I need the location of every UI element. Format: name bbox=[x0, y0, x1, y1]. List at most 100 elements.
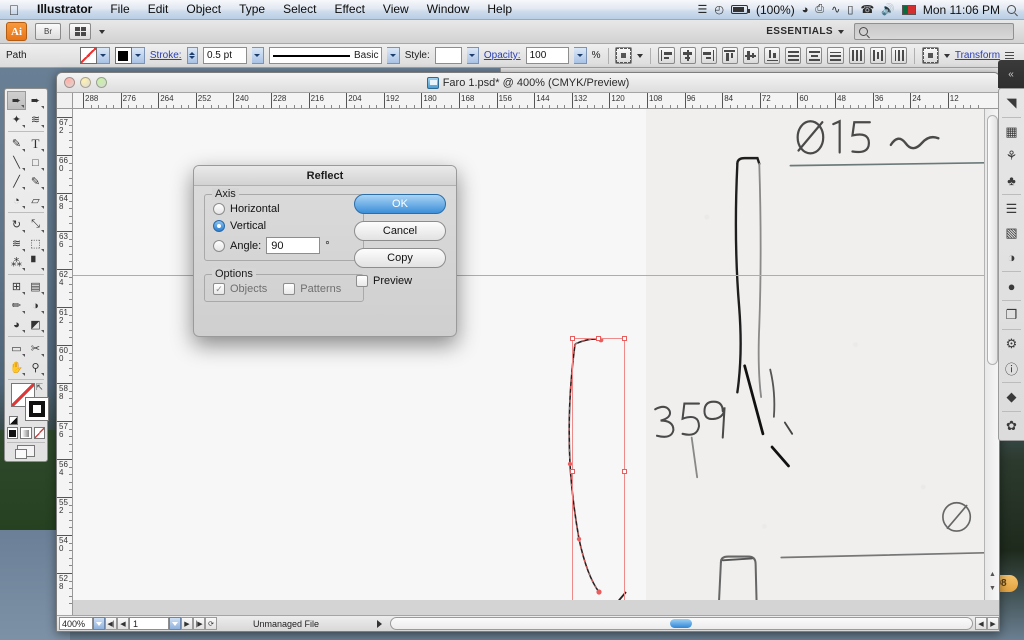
search-input[interactable] bbox=[854, 23, 1014, 40]
blob-brush-tool[interactable]: ◔ bbox=[7, 191, 26, 210]
zoom-level-input[interactable]: 400% bbox=[59, 617, 93, 630]
menu-file[interactable]: File bbox=[101, 0, 138, 19]
swatches-panel-icon[interactable]: ▦ bbox=[999, 120, 1024, 144]
stroke-weight-label[interactable]: Stroke: bbox=[150, 50, 182, 61]
align-bottom-button[interactable] bbox=[764, 47, 781, 64]
menu-view[interactable]: View bbox=[374, 0, 418, 19]
opacity-input[interactable]: 100 bbox=[525, 47, 570, 64]
chevron-down-icon[interactable] bbox=[99, 29, 105, 34]
horizontal-scroll-thumb[interactable] bbox=[669, 619, 692, 628]
eyedropper-tool[interactable]: ✏ bbox=[7, 296, 26, 315]
distribute-top-button[interactable] bbox=[785, 47, 802, 64]
distribute-center-vertical-button[interactable] bbox=[806, 47, 823, 64]
artboard-dropdown-button[interactable] bbox=[169, 617, 181, 630]
vertical-scrollbar[interactable]: ▲ ▼ bbox=[984, 109, 999, 600]
live-paint-bucket-tool[interactable]: ◕ bbox=[7, 315, 26, 334]
ok-button[interactable]: OK bbox=[354, 194, 446, 214]
graphic-style-swatch[interactable] bbox=[434, 47, 462, 64]
info-panel-icon[interactable]: ⓘ bbox=[999, 356, 1024, 380]
distribute-center-horizontal-button[interactable] bbox=[869, 47, 886, 64]
radio-horizontal[interactable] bbox=[213, 203, 225, 215]
fill-swatch[interactable] bbox=[79, 47, 97, 64]
fill-color-control[interactable] bbox=[79, 47, 110, 64]
next-artboard-button[interactable]: ▶ bbox=[181, 617, 193, 630]
battery-icon[interactable] bbox=[731, 5, 750, 14]
transform-link[interactable]: Transform bbox=[955, 50, 1000, 61]
vertical-ruler[interactable]: 672 660 648 636 624 612 600 588 576 564 552 540 528 bbox=[57, 109, 73, 631]
workspace-switcher[interactable]: ESSENTIALS bbox=[766, 26, 844, 37]
direct-selection-tool[interactable]: ➨ bbox=[26, 91, 45, 110]
checkbox-patterns[interactable] bbox=[283, 283, 296, 295]
stroke-panel-icon[interactable]: ☰ bbox=[999, 197, 1024, 221]
align-center-horizontal-button[interactable] bbox=[679, 47, 696, 64]
zoom-tool[interactable]: ⚲ bbox=[26, 358, 45, 377]
distribute-left-button[interactable] bbox=[848, 47, 865, 64]
column-graph-tool[interactable]: ▘ bbox=[26, 253, 45, 272]
horizontal-scrollbar[interactable] bbox=[390, 617, 973, 630]
display-icon[interactable]: ▯ bbox=[847, 3, 853, 16]
pencil-tool[interactable]: ✎ bbox=[26, 172, 45, 191]
volume-icon[interactable]: 🔊 bbox=[881, 3, 895, 16]
stroke-swatch[interactable] bbox=[25, 397, 49, 421]
line-segment-tool[interactable]: ╲ bbox=[7, 153, 26, 172]
flag-icon[interactable] bbox=[901, 4, 916, 15]
slice-tool[interactable]: ✂ bbox=[26, 339, 45, 358]
brushes-panel-icon[interactable]: ⚘ bbox=[999, 144, 1024, 168]
zoom-dropdown-button[interactable] bbox=[93, 617, 105, 630]
gradient-button[interactable] bbox=[20, 427, 32, 439]
gradient-tool[interactable]: ▤ bbox=[26, 277, 45, 296]
cancel-button[interactable]: Cancel bbox=[354, 221, 446, 241]
first-artboard-button[interactable]: ◀| bbox=[105, 617, 117, 630]
magic-wand-tool[interactable]: ✦ bbox=[7, 110, 26, 129]
copy-button[interactable]: Copy bbox=[354, 248, 446, 268]
select-similar-button[interactable] bbox=[615, 47, 633, 64]
color-button[interactable] bbox=[7, 427, 19, 439]
menu-edit[interactable]: Edit bbox=[139, 0, 178, 19]
menu-object[interactable]: Object bbox=[177, 0, 230, 19]
previous-artboard-button[interactable]: ◀ bbox=[117, 617, 129, 630]
color-guide-panel-icon[interactable]: ◥ bbox=[999, 91, 1024, 115]
align-center-vertical-button[interactable] bbox=[742, 47, 760, 64]
vertical-scroll-thumb[interactable] bbox=[987, 115, 998, 365]
menu-illustrator[interactable]: Illustrator bbox=[28, 0, 101, 19]
distribute-bottom-button[interactable] bbox=[827, 47, 844, 64]
preview-option[interactable]: Preview bbox=[354, 275, 446, 287]
phone-icon[interactable]: ☎ bbox=[860, 3, 874, 16]
mesh-tool[interactable]: ⊞ bbox=[7, 277, 26, 296]
stroke-dropdown-button[interactable] bbox=[131, 47, 145, 64]
stroke-weight-stepper[interactable] bbox=[186, 47, 198, 64]
equalizer-icon[interactable]: ☰ bbox=[698, 3, 708, 16]
keyboard-icon[interactable]: ⎙ bbox=[815, 3, 824, 16]
blend-tool[interactable]: ◑ bbox=[26, 296, 45, 315]
distribute-right-button[interactable] bbox=[890, 47, 907, 64]
scroll-up-button[interactable]: ▲ bbox=[988, 571, 997, 580]
symbol-sprayer-tool[interactable]: ⁂ bbox=[7, 253, 26, 272]
dock-collapse-button[interactable]: « bbox=[998, 60, 1024, 88]
brush-dropdown-button[interactable] bbox=[387, 47, 400, 64]
lasso-tool[interactable]: ≋ bbox=[26, 110, 45, 129]
ruler-corner[interactable] bbox=[57, 93, 73, 109]
align-right-button[interactable] bbox=[700, 47, 717, 64]
opacity-dropdown-button[interactable] bbox=[574, 47, 587, 64]
apple-logo-icon[interactable]:  bbox=[0, 3, 28, 17]
artboard-tool[interactable]: ▭ bbox=[7, 339, 26, 358]
hand-tool[interactable]: ✋ bbox=[7, 358, 26, 377]
stroke-color-control[interactable] bbox=[114, 47, 145, 64]
arrange-documents-button[interactable] bbox=[69, 23, 91, 40]
free-transform-tool[interactable]: ⬚ bbox=[26, 234, 45, 253]
brush-definition-control[interactable]: Basic bbox=[269, 47, 383, 64]
clock-icon[interactable]: ◴ bbox=[714, 3, 724, 16]
axis-vertical-option[interactable]: Vertical bbox=[213, 220, 355, 232]
menu-window[interactable]: Window bbox=[418, 0, 479, 19]
document-titlebar[interactable]: Faro 1.psd* @ 400% (CMYK/Preview) bbox=[57, 73, 999, 93]
artboards-panel-icon[interactable]: ✿ bbox=[999, 414, 1024, 438]
pen-tool[interactable]: ✎ bbox=[7, 134, 26, 153]
menubar-clock[interactable]: Mon 11:06 PM bbox=[923, 3, 1000, 17]
axis-horizontal-option[interactable]: Horizontal bbox=[213, 203, 355, 215]
radio-vertical[interactable] bbox=[213, 220, 225, 232]
gradient-panel-icon[interactable]: ▧ bbox=[999, 221, 1024, 245]
menu-type[interactable]: Type bbox=[230, 0, 274, 19]
scale-tool[interactable]: ⤡ bbox=[26, 215, 45, 234]
selection-tool[interactable]: ➨ bbox=[7, 91, 26, 110]
checkbox-preview[interactable] bbox=[356, 275, 368, 287]
